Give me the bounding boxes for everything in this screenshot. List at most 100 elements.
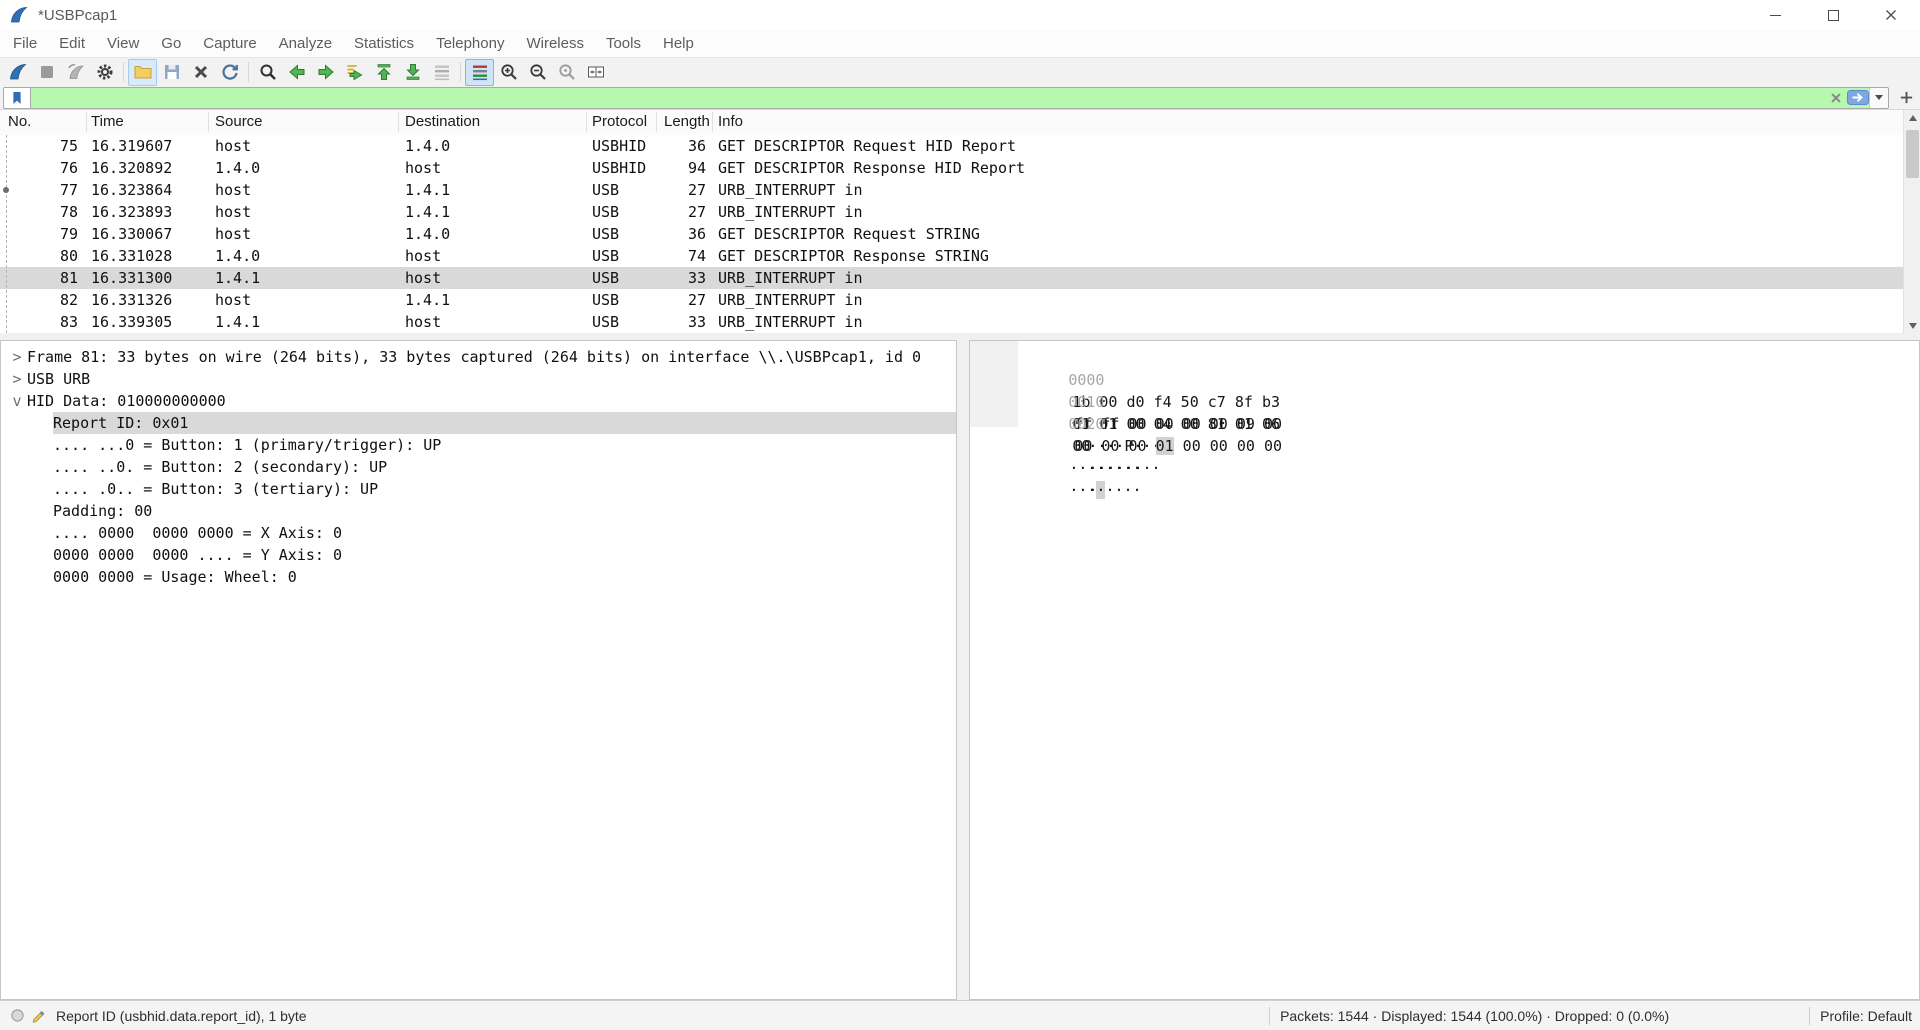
column-divider[interactable] [208, 112, 209, 132]
column-divider[interactable] [712, 112, 713, 132]
detail-tree-item[interactable]: v HID Data: 010000000000 [1, 390, 956, 412]
filter-add-button[interactable] [1895, 88, 1917, 108]
go-last-packet-button[interactable] [398, 59, 427, 86]
expander-icon[interactable] [33, 522, 53, 544]
save-file-button[interactable] [157, 59, 186, 86]
expander-icon[interactable] [33, 412, 53, 434]
filter-apply-button[interactable] [1847, 89, 1869, 107]
hex-row[interactable]: 0000 1b 00 d0 f4 50 c7 8f b3 ff ff 00 00… [970, 347, 1919, 477]
menu-item[interactable]: Telephony [425, 35, 515, 52]
expander-icon[interactable]: v [7, 390, 27, 412]
menu-item[interactable]: Go [150, 35, 192, 52]
menu-item[interactable]: Tools [595, 35, 652, 52]
reload-file-button[interactable] [215, 59, 244, 86]
packet-row[interactable]: 79 16.330067 host 1.4.0 USB 36 GET DESCR… [0, 223, 1903, 245]
packet-row[interactable]: 81 16.331300 1.4.1 host USB 33 URB_INTER… [0, 267, 1903, 289]
find-packet-button[interactable] [253, 59, 282, 86]
detail-tree-item[interactable]: 0000 0000 0000 .... = Y Axis: 0 [1, 544, 956, 566]
close-button[interactable] [1862, 0, 1920, 30]
scroll-up-button[interactable] [1904, 110, 1920, 125]
detail-tree-item[interactable]: Report ID: 0x01 [1, 412, 956, 434]
detail-tree-item[interactable]: .... 0000 0000 0000 = X Axis: 0 [1, 522, 956, 544]
go-to-packet-button[interactable] [340, 59, 369, 86]
detail-tree-item[interactable]: .... ..0. = Button: 2 (secondary): UP [1, 456, 956, 478]
packet-row[interactable]: 75 16.319607 host 1.4.0 USBHID 36 GET DE… [0, 135, 1903, 157]
detail-tree-item[interactable]: Padding: 00 [1, 500, 956, 522]
bookmark-icon [13, 91, 21, 104]
open-file-button[interactable] [128, 58, 157, 86]
column-header-destination[interactable]: Destination [405, 113, 480, 130]
packet-row[interactable]: 80 16.331028 1.4.0 host USB 74 GET DESCR… [0, 245, 1903, 267]
go-first-packet-button[interactable] [369, 59, 398, 86]
stop-capture-button[interactable] [32, 59, 61, 86]
hex-row[interactable]: 0020 00 · [970, 391, 1919, 499]
packet-row[interactable]: 77 16.323864 host 1.4.1 USB 27 URB_INTER… [0, 179, 1903, 201]
packet-list-scrollbar[interactable] [1903, 110, 1920, 333]
detail-tree-item[interactable]: 0000 0000 = Usage: Wheel: 0 [1, 566, 956, 588]
display-filter-input[interactable] [31, 86, 1889, 109]
restart-capture-button[interactable] [61, 59, 90, 86]
filter-bookmark-button[interactable] [3, 86, 31, 109]
column-header-no[interactable]: No. [8, 113, 31, 130]
menu-item[interactable]: View [96, 35, 150, 52]
expander-icon[interactable]: > [7, 346, 27, 368]
packet-row[interactable]: 76 16.320892 1.4.0 host USBHID 94 GET DE… [0, 157, 1903, 179]
detail-tree-item[interactable]: .... ...0 = Button: 1 (primary/trigger):… [1, 434, 956, 456]
column-divider[interactable] [656, 112, 657, 132]
expander-icon[interactable] [33, 456, 53, 478]
scroll-down-button[interactable] [1904, 318, 1920, 333]
column-header-time[interactable]: Time [91, 113, 124, 130]
detail-tree-item[interactable]: > USB URB [1, 368, 956, 390]
expander-icon[interactable] [33, 566, 53, 588]
zoom-out-button[interactable] [523, 59, 552, 86]
capture-options-button[interactable] [90, 59, 119, 86]
column-header-length[interactable]: Length [664, 113, 710, 130]
scrollbar-thumb[interactable] [1906, 130, 1919, 178]
expert-info-button[interactable] [6, 1005, 28, 1027]
zoom-in-button[interactable] [494, 59, 523, 86]
menu-item[interactable]: Help [652, 35, 705, 52]
hex-row[interactable]: 0010 01 01 00 04 00 81 01 06 00 00 00 01… [970, 369, 1919, 499]
column-header-protocol[interactable]: Protocol [592, 113, 647, 130]
menu-item[interactable]: Edit [48, 35, 96, 52]
packet-destination: 1.4.1 [405, 181, 451, 199]
expander-icon[interactable] [33, 434, 53, 456]
resize-columns-button[interactable] [581, 59, 610, 86]
expander-icon[interactable] [33, 544, 53, 566]
menu-item[interactable]: File [2, 35, 48, 52]
close-file-button[interactable] [186, 59, 215, 86]
column-divider[interactable] [586, 112, 587, 132]
expander-icon[interactable] [33, 478, 53, 500]
zoom-normal-button[interactable] [552, 59, 581, 86]
menu-item[interactable]: Analyze [268, 35, 343, 52]
colorize-packets-button[interactable] [427, 59, 456, 86]
packet-row[interactable]: 83 16.339305 1.4.1 host USB 33 URB_INTER… [0, 311, 1903, 333]
detail-tree-item[interactable]: .... .0.. = Button: 3 (tertiary): UP [1, 478, 956, 500]
expander-icon[interactable]: > [7, 368, 27, 390]
go-back-button[interactable] [282, 59, 311, 86]
expander-icon[interactable] [33, 500, 53, 522]
column-header-info[interactable]: Info [718, 113, 743, 130]
menu-item[interactable]: Wireless [515, 35, 595, 52]
auto-scroll-button[interactable] [465, 58, 494, 86]
menu-item[interactable]: Statistics [343, 35, 425, 52]
minimize-button[interactable] [1746, 0, 1804, 30]
start-capture-button[interactable] [3, 59, 32, 86]
column-divider[interactable] [86, 112, 87, 132]
detail-text: .... 0000 0000 0000 = X Axis: 0 [53, 524, 342, 542]
go-forward-button[interactable] [311, 59, 340, 86]
colorize-icon [434, 65, 449, 81]
maximize-button[interactable] [1804, 0, 1862, 30]
capture-comment-button[interactable] [28, 1005, 50, 1027]
packet-row[interactable]: 82 16.331326 host 1.4.1 USB 27 URB_INTER… [0, 289, 1903, 311]
packet-info: URB_INTERRUPT in [718, 313, 863, 331]
column-header-source[interactable]: Source [215, 113, 263, 130]
column-divider[interactable] [398, 112, 399, 132]
detail-tree-item[interactable]: > Frame 81: 33 bytes on wire (264 bits),… [1, 346, 956, 368]
menu-item[interactable]: Capture [192, 35, 267, 52]
search-icon [260, 64, 276, 80]
filter-dropdown-button[interactable] [1869, 87, 1888, 108]
packet-row[interactable]: 78 16.323893 host 1.4.1 USB 27 URB_INTER… [0, 201, 1903, 223]
profile-selector[interactable]: Profile: Default [1820, 1008, 1912, 1024]
filter-clear-button[interactable] [1825, 89, 1847, 107]
